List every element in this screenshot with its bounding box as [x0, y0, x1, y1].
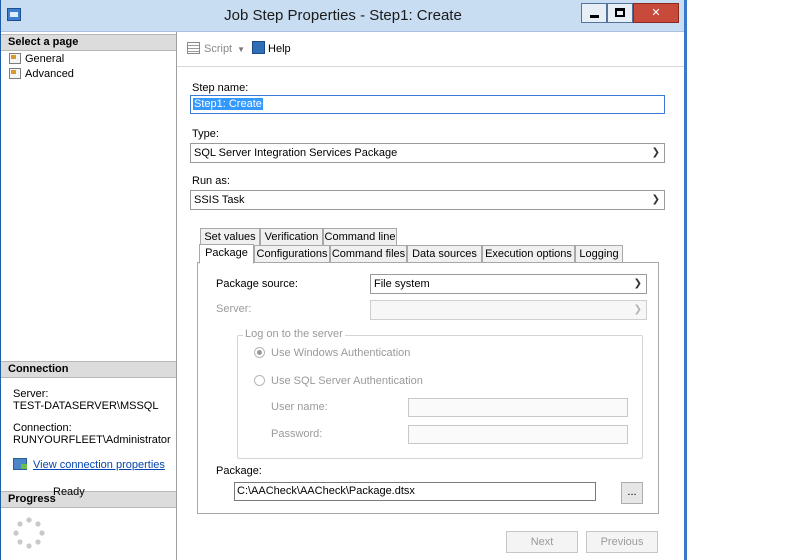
user-name-label: User name:	[271, 401, 328, 413]
close-icon: ✕	[651, 6, 661, 19]
help-button[interactable]: Help	[252, 41, 291, 55]
progress-header: Progress	[1, 491, 176, 508]
page-item-label: General	[25, 53, 65, 65]
tab-logging[interactable]: Logging	[575, 245, 623, 263]
view-connection-properties-link[interactable]: View connection properties	[13, 458, 165, 472]
minimize-icon	[590, 15, 599, 18]
windows-auth-radio[interactable]	[254, 347, 265, 358]
type-value: SQL Server Integration Services Package	[194, 147, 398, 159]
tab-command-files[interactable]: Command files	[330, 245, 407, 263]
progress-status: Ready	[53, 486, 85, 498]
connection-label: Connection:	[13, 422, 72, 434]
sql-auth-label: Use SQL Server Authentication	[271, 375, 423, 387]
chevron-down-icon: ❯	[651, 147, 660, 158]
type-label: Type:	[192, 128, 219, 140]
select-page-header: Select a page	[1, 34, 176, 51]
package-path-value: C:\AACheck\AACheck\Package.dtsx	[237, 485, 415, 497]
script-label: Script	[204, 43, 233, 55]
maximize-icon	[615, 8, 625, 17]
step-name-label: Step name:	[192, 82, 249, 94]
package-source-value: File system	[374, 278, 430, 290]
tab-command-line[interactable]: Command line	[323, 228, 397, 246]
server-label: Server:	[13, 388, 49, 400]
page-icon	[9, 53, 21, 64]
step-name-input[interactable]: Step1: Create	[190, 95, 665, 114]
package-path-input[interactable]: C:\AACheck\AACheck\Package.dtsx	[234, 482, 596, 501]
password-label: Password:	[271, 428, 323, 440]
page-item-advanced[interactable]: Advanced	[9, 67, 74, 81]
server-value: TEST-DATASERVER\MSSQL	[13, 400, 159, 412]
progress-spinner-icon	[13, 517, 45, 549]
help-label: Help	[268, 43, 291, 55]
help-icon	[252, 41, 266, 54]
connection-header: Connection	[1, 361, 176, 378]
server-field-label: Server:	[216, 303, 252, 315]
step-name-value: Step1: Create	[193, 98, 263, 110]
windows-auth-label: Use Windows Authentication	[271, 347, 411, 359]
chevron-down-icon: ❯	[633, 278, 642, 289]
type-select[interactable]: SQL Server Integration Services Package ❯	[190, 143, 665, 163]
tab-package[interactable]: Package	[199, 244, 254, 264]
page-item-general[interactable]: General	[9, 52, 64, 66]
user-name-input[interactable]	[408, 398, 628, 417]
package-source-label: Package source:	[216, 278, 298, 290]
package-source-select[interactable]: File system ❯	[370, 274, 647, 294]
package-path-label: Package:	[216, 465, 262, 477]
script-icon	[187, 42, 200, 54]
run-as-select[interactable]: SSIS Task ❯	[190, 190, 665, 210]
chevron-down-icon: ❯	[651, 194, 660, 205]
next-button[interactable]: Next	[506, 531, 578, 553]
maximize-button[interactable]	[607, 3, 633, 23]
logon-group-title: Log on to the server	[243, 328, 345, 340]
run-as-value: SSIS Task	[194, 194, 245, 206]
script-dropdown-caret-icon[interactable]: ▼	[237, 45, 245, 54]
left-panel: Select a page General Advanced Connectio…	[1, 32, 177, 560]
toolbar-divider	[177, 66, 684, 67]
script-button[interactable]: Script	[187, 42, 233, 55]
job-step-properties-window: Job Step Properties - Step1: Create ✕ Se…	[0, 0, 684, 560]
page-item-label: Advanced	[25, 68, 74, 80]
connection-properties-icon	[13, 458, 27, 470]
title-bar: Job Step Properties - Step1: Create ✕	[1, 0, 684, 32]
tab-configurations[interactable]: Configurations	[254, 245, 330, 263]
previous-button[interactable]: Previous	[586, 531, 658, 553]
tab-data-sources[interactable]: Data sources	[407, 245, 482, 263]
password-input[interactable]	[408, 425, 628, 444]
page-icon	[9, 68, 21, 79]
connection-value: RUNYOURFLEET\Administrator	[13, 434, 171, 446]
server-select[interactable]: ❯	[370, 300, 647, 320]
toolbar: Script ▼ Help	[187, 40, 291, 58]
tab-execution-options[interactable]: Execution options	[482, 245, 575, 263]
run-as-label: Run as:	[192, 175, 230, 187]
tab-verification[interactable]: Verification	[260, 228, 323, 246]
view-connection-link-text: View connection properties	[33, 459, 165, 471]
minimize-button[interactable]	[581, 3, 607, 23]
window-border	[684, 0, 687, 560]
chevron-down-icon: ❯	[633, 304, 642, 315]
sql-auth-radio[interactable]	[254, 375, 265, 386]
browse-button[interactable]: ...	[621, 482, 643, 504]
close-button[interactable]: ✕	[633, 3, 679, 23]
